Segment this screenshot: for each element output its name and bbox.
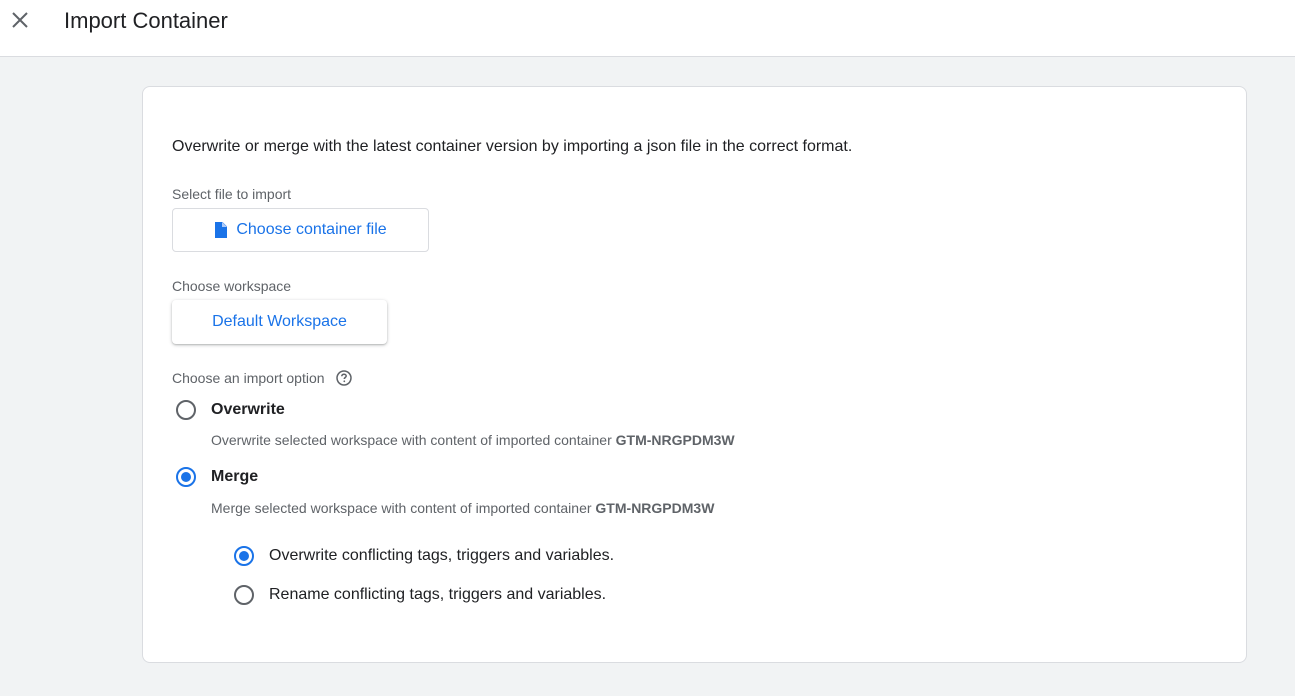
import-card: Overwrite or merge with the latest conta…	[142, 86, 1247, 663]
import-option-heading: Choose an import option	[172, 369, 353, 387]
top-bar: Import Container	[0, 0, 1295, 57]
overwrite-option-title: Overwrite	[211, 401, 285, 418]
merge-container-id: GTM-NRGPDM3W	[595, 500, 715, 516]
import-option-label: Choose an import option	[172, 370, 325, 386]
overwrite-conflicting-radio[interactable]	[234, 546, 254, 566]
rename-conflicting-radio[interactable]	[234, 585, 254, 605]
overwrite-description-text: Overwrite selected workspace with conten…	[211, 432, 612, 448]
close-icon	[12, 12, 28, 28]
page-title: Import Container	[64, 8, 228, 33]
workspace-selector-button[interactable]: Default Workspace	[172, 300, 387, 344]
choose-container-file-button[interactable]: Choose container file	[172, 208, 429, 252]
overwrite-option-description: Overwrite selected workspace with conten…	[211, 431, 735, 449]
close-button[interactable]	[6, 6, 34, 34]
choose-container-file-label: Choose container file	[236, 221, 387, 238]
help-icon[interactable]	[336, 370, 353, 386]
file-icon	[215, 222, 228, 238]
merge-option-title: Merge	[211, 468, 259, 485]
merge-option-description: Merge selected workspace with content of…	[211, 499, 714, 517]
merge-description-text: Merge selected workspace with content of…	[211, 500, 592, 516]
rename-conflicting-label: Rename conflicting tags, triggers and va…	[269, 586, 607, 603]
overwrite-container-id: GTM-NRGPDM3W	[615, 432, 735, 448]
overwrite-conflicting-label: Overwrite conflicting tags, triggers and…	[269, 547, 615, 564]
select-file-label: Select file to import	[172, 186, 292, 202]
overwrite-radio[interactable]	[176, 400, 196, 420]
workspace-selector-label: Default Workspace	[212, 313, 347, 330]
choose-workspace-label: Choose workspace	[172, 278, 292, 294]
import-description: Overwrite or merge with the latest conta…	[172, 138, 853, 155]
merge-radio[interactable]	[176, 467, 196, 487]
